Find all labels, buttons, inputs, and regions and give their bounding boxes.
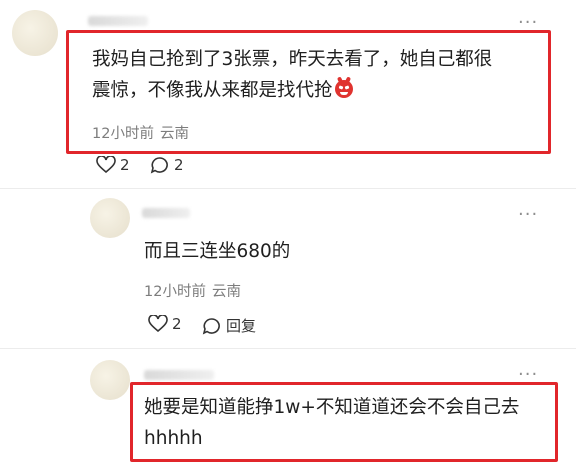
heart-icon (96, 156, 116, 174)
comment-text-line: 她要是知道能挣1w+不知道道还会不会自己去 (144, 397, 520, 418)
reply-meta: 12小时前 云南 (144, 280, 241, 301)
timestamp: 12小时前 (92, 126, 154, 142)
comment-text-line: 我妈自己抢到了3张票，昨天去看了，她自己都很 (92, 49, 493, 70)
like-count: 2 (172, 315, 182, 333)
reply-count: 2 (174, 156, 184, 174)
username[interactable] (142, 208, 190, 218)
location: 云南 (211, 284, 241, 300)
location: 云南 (159, 126, 189, 142)
angry-face-icon (334, 80, 353, 98)
avatar[interactable] (90, 360, 130, 400)
like-button[interactable]: 2 (148, 315, 182, 333)
comment-bubble-icon (150, 157, 168, 174)
comment-text: 她要是知道能挣1w+不知道道还会不会自己去 hhhhh (144, 392, 554, 454)
like-button[interactable]: 2 (96, 156, 130, 174)
avatar[interactable] (12, 10, 58, 56)
comment-text: 我妈自己抢到了3张票，昨天去看了，她自己都很 震惊，不像我从来都是找代抢 (92, 44, 542, 106)
username[interactable] (144, 370, 214, 380)
reply-button[interactable]: 2 (150, 156, 184, 174)
like-count: 2 (120, 156, 130, 174)
timestamp: 12小时前 (144, 284, 206, 300)
more-options-icon[interactable]: ··· (518, 206, 538, 224)
comment-bubble-icon (202, 317, 220, 334)
reply-text: 而且三连坐680的 (144, 241, 291, 262)
divider (0, 188, 576, 189)
divider (0, 348, 576, 349)
reply-button[interactable]: 回复 (202, 315, 256, 336)
reply-label: 回复 (226, 317, 257, 335)
comment-text-line: hhhhh (144, 428, 203, 449)
avatar[interactable] (90, 198, 130, 238)
comment-text-line: 震惊，不像我从来都是找代抢 (92, 75, 542, 106)
username[interactable] (88, 16, 148, 26)
heart-icon (148, 315, 168, 333)
comment-meta: 12小时前 云南 (92, 122, 189, 143)
